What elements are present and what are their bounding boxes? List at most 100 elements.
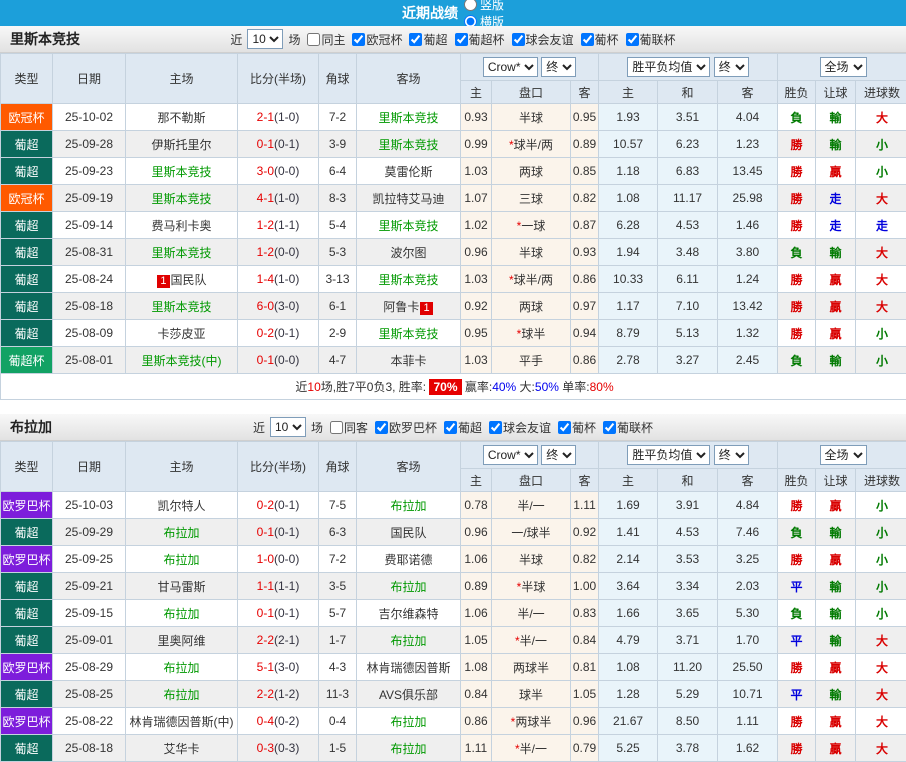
full-time-score[interactable]: 2-2 [257, 687, 274, 701]
same-venue-filter[interactable]: 同客 [325, 419, 368, 436]
competition-filter[interactable]: 葡超 [404, 31, 447, 48]
layout-option-0[interactable]: 竖版 [464, 0, 504, 13]
avg-final-select[interactable]: 终 [714, 445, 749, 465]
away-team[interactable]: 里斯本竞技 [378, 219, 438, 233]
competition-checkbox[interactable] [603, 421, 616, 434]
match-count-select[interactable]: 10 [247, 29, 283, 49]
competition-checkbox[interactable] [409, 33, 422, 46]
full-time-score[interactable]: 2-2 [257, 633, 274, 647]
competition-checkbox[interactable] [455, 33, 468, 46]
full-time-score[interactable]: 0-1 [257, 137, 274, 151]
full-time-score[interactable]: 1-2 [257, 245, 274, 259]
home-team[interactable]: 里斯本竞技 [151, 246, 211, 260]
away-team[interactable]: 里斯本竞技 [378, 138, 438, 152]
avg-odds-select[interactable]: 胜平负均值 [627, 445, 710, 465]
team-name[interactable]: 布拉加 [10, 417, 52, 437]
competition-filter[interactable]: 葡超杯 [450, 31, 505, 48]
full-time-score[interactable]: 3-0 [257, 164, 274, 178]
home-team[interactable]: 里斯本竞技(中) [142, 354, 222, 368]
avg-odds-select[interactable]: 胜平负均值 [627, 57, 710, 77]
competition-filter[interactable]: 欧罗巴杯 [370, 419, 437, 436]
match-count-select[interactable]: 10 [270, 417, 306, 437]
away-team[interactable]: 阿鲁卡 [383, 300, 419, 314]
avg-final-select[interactable]: 终 [714, 57, 749, 77]
same-venue-filter[interactable]: 同主 [302, 31, 345, 48]
competition-checkbox[interactable] [489, 421, 502, 434]
competition-filter[interactable]: 葡杯 [576, 31, 619, 48]
odds-provider-select[interactable]: Crow* [483, 57, 538, 77]
same-venue-checkbox[interactable] [307, 33, 320, 46]
away-team[interactable]: 林肯瑞德因普斯 [366, 661, 450, 675]
home-team[interactable]: 布拉加 [163, 661, 199, 675]
competition-filter[interactable]: 葡联杯 [598, 419, 653, 436]
layout-radio[interactable] [464, 0, 477, 11]
home-team[interactable]: 布拉加 [163, 688, 199, 702]
competition-filter[interactable]: 葡联杯 [621, 31, 676, 48]
home-team[interactable]: 国民队 [171, 273, 207, 287]
away-team[interactable]: 里斯本竞技 [378, 111, 438, 125]
result-scope-select[interactable]: 全场 [820, 445, 867, 465]
competition-filter[interactable]: 葡超 [439, 419, 482, 436]
away-team[interactable]: 凯拉特艾马迪 [372, 192, 444, 206]
full-time-score[interactable]: 0-1 [257, 525, 274, 539]
full-time-score[interactable]: 1-4 [257, 272, 274, 286]
result-scope-select[interactable]: 全场 [820, 57, 867, 77]
away-team[interactable]: 布拉加 [390, 580, 426, 594]
full-time-score[interactable]: 1-2 [257, 218, 274, 232]
competition-filter[interactable]: 葡杯 [553, 419, 596, 436]
away-team[interactable]: 布拉加 [390, 634, 426, 648]
home-team[interactable]: 费马利卡奥 [151, 219, 211, 233]
away-team[interactable]: 里斯本竞技 [378, 327, 438, 341]
away-team[interactable]: 波尔图 [390, 246, 426, 260]
full-time-score[interactable]: 0-2 [257, 326, 274, 340]
competition-checkbox[interactable] [512, 33, 525, 46]
away-team[interactable]: AVS俱乐部 [379, 688, 438, 702]
away-team[interactable]: 莫雷伦斯 [384, 165, 432, 179]
full-time-score[interactable]: 0-1 [257, 606, 274, 620]
away-team[interactable]: 国民队 [390, 526, 426, 540]
home-team[interactable]: 布拉加 [163, 526, 199, 540]
competition-filter[interactable]: 球会友谊 [484, 419, 551, 436]
competition-checkbox[interactable] [352, 33, 365, 46]
full-time-score[interactable]: 0-1 [257, 353, 274, 367]
away-team[interactable]: 吉尔维森特 [378, 607, 438, 621]
home-team[interactable]: 布拉加 [163, 553, 199, 567]
home-team[interactable]: 里奥阿维 [157, 634, 205, 648]
home-team[interactable]: 林肯瑞德因普斯(中) [130, 715, 234, 729]
competition-checkbox[interactable] [558, 421, 571, 434]
away-team[interactable]: 布拉加 [390, 715, 426, 729]
competition-filter[interactable]: 球会友谊 [507, 31, 574, 48]
competition-filter[interactable]: 欧冠杯 [347, 31, 402, 48]
same-venue-checkbox[interactable] [330, 421, 343, 434]
odds-final-select[interactable]: 终 [541, 57, 576, 77]
home-team[interactable]: 里斯本竞技 [151, 165, 211, 179]
odds-provider-select[interactable]: Crow* [483, 445, 538, 465]
home-team[interactable]: 卡莎皮亚 [157, 327, 205, 341]
away-team[interactable]: 布拉加 [390, 499, 426, 513]
competition-checkbox[interactable] [581, 33, 594, 46]
home-team[interactable]: 布拉加 [163, 607, 199, 621]
home-team[interactable]: 甘马雷斯 [157, 580, 205, 594]
home-team[interactable]: 伊斯托里尔 [151, 138, 211, 152]
home-team[interactable]: 里斯本竞技 [151, 300, 211, 314]
home-team[interactable]: 那不勒斯 [157, 111, 205, 125]
away-team[interactable]: 布拉加 [390, 742, 426, 756]
full-time-score[interactable]: 4-1 [257, 191, 274, 205]
competition-checkbox[interactable] [375, 421, 388, 434]
home-team[interactable]: 凯尔特人 [157, 499, 205, 513]
away-team[interactable]: 本菲卡 [390, 354, 426, 368]
full-time-score[interactable]: 6-0 [257, 299, 274, 313]
full-time-score[interactable]: 1-0 [257, 552, 274, 566]
competition-checkbox[interactable] [626, 33, 639, 46]
full-time-score[interactable]: 1-1 [257, 579, 274, 593]
away-team[interactable]: 里斯本竞技 [378, 273, 438, 287]
home-team[interactable]: 艾华卡 [163, 742, 199, 756]
odds-final-select[interactable]: 终 [541, 445, 576, 465]
full-time-score[interactable]: 2-1 [257, 110, 274, 124]
full-time-score[interactable]: 0-4 [257, 714, 274, 728]
full-time-score[interactable]: 5-1 [257, 660, 274, 674]
team-name[interactable]: 里斯本竞技 [10, 29, 80, 49]
competition-checkbox[interactable] [444, 421, 457, 434]
home-team[interactable]: 里斯本竞技 [151, 192, 211, 206]
full-time-score[interactable]: 0-2 [257, 498, 274, 512]
